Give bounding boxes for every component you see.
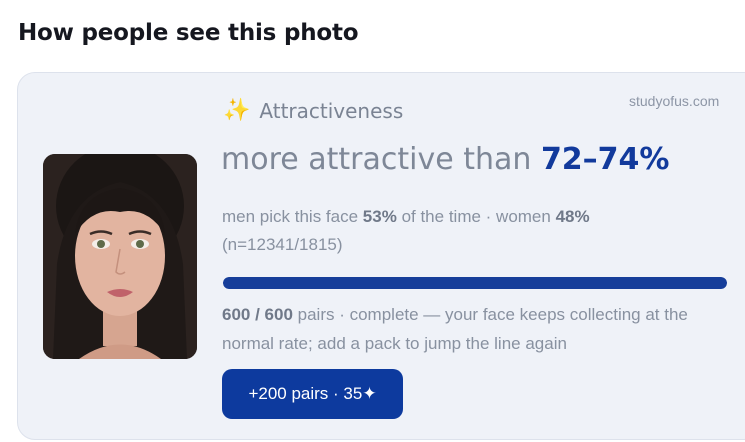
men-value: 53% xyxy=(362,207,397,226)
section-title: How people see this photo xyxy=(18,20,359,46)
men-prefix: men pick this face xyxy=(222,207,359,226)
sparkles-icon: ✨ xyxy=(223,98,251,123)
sample-size: (n=12341/1815) xyxy=(222,235,343,254)
category-text: Attractiveness xyxy=(259,98,404,123)
headline-range: 72–74% xyxy=(540,142,670,177)
watermark: studyofus.com xyxy=(629,93,720,109)
headline: more attractive than 72–74% xyxy=(221,142,670,177)
face-photo-image xyxy=(43,154,197,359)
men-suffix: of the time · women xyxy=(401,207,551,226)
pairs-status: 600 / 600 pairs · complete — your face k… xyxy=(222,300,722,358)
face-photo xyxy=(43,154,197,359)
add-pairs-button[interactable]: +200 pairs · 35✦ xyxy=(222,369,403,419)
category-label: ✨ Attractiveness xyxy=(223,98,403,123)
headline-prefix: more attractive than xyxy=(221,142,532,177)
progress-fill xyxy=(223,277,727,289)
pairs-count: 600 / 600 xyxy=(222,305,293,324)
gender-stats: men pick this face 53% of the time · wom… xyxy=(222,203,682,259)
progress-bar xyxy=(223,277,727,289)
women-value: 48% xyxy=(555,207,590,226)
